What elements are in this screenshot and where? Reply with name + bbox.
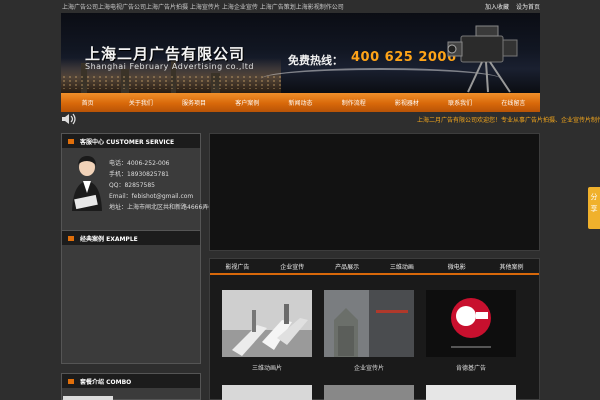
example-panel: 经典案例 EXAMPLE xyxy=(61,230,201,364)
case-thumbnail[interactable] xyxy=(426,385,516,400)
nav-home[interactable]: 首页 xyxy=(61,98,114,107)
title-bullet-icon xyxy=(68,378,74,384)
company-name-en: Shanghai February Advertising co.,ltd xyxy=(85,62,254,71)
example-title: 经典案例 EXAMPLE xyxy=(80,235,138,243)
case-thumbnail-3d-city[interactable] xyxy=(222,290,312,357)
customer-service-header: 客服中心 CUSTOMER SERVICE xyxy=(62,134,200,148)
case-caption[interactable]: 三维动画片 xyxy=(222,363,312,372)
film-camera-icon xyxy=(447,25,518,93)
contact-phone: 电话：4006-252-006 xyxy=(109,160,170,167)
nav-equipment[interactable]: 影视器材 xyxy=(380,98,433,107)
nav-services[interactable]: 服务项目 xyxy=(167,98,220,107)
hotline-number: 400 625 2006 xyxy=(351,50,457,65)
nav-news[interactable]: 新闻动态 xyxy=(274,98,327,107)
add-favorite-link[interactable]: 加入收藏 xyxy=(485,4,509,11)
case-caption[interactable]: 企业宣传片 xyxy=(324,363,414,372)
case-thumbnail[interactable] xyxy=(324,385,414,400)
main-nav: 首页 关于我们 服务项目 客户案例 新闻动态 制作流程 影视器材 联系我们 在线… xyxy=(61,93,540,112)
case-thumbnail-building[interactable] xyxy=(324,290,414,357)
company-name-cn: 上海二月广告有限公司 xyxy=(85,45,246,63)
contact-info: 电话：4006-252-006 手机：18930825781 QQ：828575… xyxy=(109,158,245,211)
customer-service-body: 电话：4006-252-006 手机：18930825781 QQ：828575… xyxy=(62,148,245,231)
customer-service-panel: 客服中心 CUSTOMER SERVICE 电话：4006-252-006 手机… xyxy=(61,133,245,231)
combo-panel: 套餐介绍 COMBO xyxy=(61,373,201,400)
share-label: 分享 xyxy=(590,193,598,213)
combo-title: 套餐介绍 COMBO xyxy=(80,378,132,386)
top-links: 加入收藏 设为首页 xyxy=(480,2,540,11)
case-tab-tvc[interactable]: 影视广告 xyxy=(210,262,265,271)
cases-section: 影视广告 企业宣传 产品展示 三维动画 微电影 其他案例 三维动画片 企业宣传片… xyxy=(209,258,540,400)
title-bullet-icon xyxy=(68,235,74,241)
city-lights xyxy=(61,75,281,89)
case-tab-corporate[interactable]: 企业宣传 xyxy=(265,262,320,271)
main-video-panel[interactable] xyxy=(209,133,540,251)
site-tagline: 上海广告公司上海电视广告公司上海广告片拍摄 上海宣传片 上海企业宣传 上海广告策… xyxy=(62,3,344,11)
top-bar: 上海广告公司上海电视广告公司上海广告片拍摄 上海宣传片 上海企业宣传 上海广告策… xyxy=(62,0,540,12)
case-tab-3d[interactable]: 三维动画 xyxy=(374,262,429,271)
contact-email[interactable]: Email：febishot@gmail.com xyxy=(109,191,193,202)
case-caption[interactable]: 肯德基广告 xyxy=(426,363,516,372)
speaker-icon xyxy=(62,113,76,125)
nav-message[interactable]: 在线留言 xyxy=(487,98,540,107)
case-tabs: 影视广告 企业宣传 产品展示 三维动画 微电影 其他案例 xyxy=(210,259,539,275)
example-header: 经典案例 EXAMPLE xyxy=(62,231,200,245)
case-thumbnail-kfc[interactable] xyxy=(426,290,516,357)
title-bullet-icon xyxy=(68,138,74,144)
combo-header: 套餐介绍 COMBO xyxy=(62,374,200,388)
notice-marquee[interactable]: 上海二月广告有限公司欢迎您！专业从事广告片拍摄、企业宣传片制作 xyxy=(417,115,600,124)
case-thumbnail[interactable] xyxy=(222,385,312,400)
case-tab-microfilm[interactable]: 微电影 xyxy=(429,262,484,271)
customer-service-title: 客服中心 CUSTOMER SERVICE xyxy=(80,138,175,146)
set-homepage-link[interactable]: 设为首页 xyxy=(516,4,540,11)
case-tab-product[interactable]: 产品展示 xyxy=(320,262,375,271)
share-button[interactable]: 分享 xyxy=(588,187,600,229)
case-tab-other[interactable]: 其他案例 xyxy=(484,262,539,271)
notice-bar: 上海二月广告有限公司欢迎您！专业从事广告片拍摄、企业宣传片制作 xyxy=(61,112,600,126)
nav-process[interactable]: 制作流程 xyxy=(327,98,380,107)
nav-about[interactable]: 关于我们 xyxy=(114,98,167,107)
header-banner: 上海二月广告有限公司 Shanghai February Advertising… xyxy=(61,13,540,93)
customer-agent-avatar xyxy=(72,156,102,211)
hotline-label: 免费热线： xyxy=(288,54,343,67)
contact-mobile: 手机：18930825781 xyxy=(109,171,169,178)
nav-cases[interactable]: 客户案例 xyxy=(221,98,274,107)
combo-item-preview[interactable] xyxy=(63,396,113,400)
nav-contact[interactable]: 联系我们 xyxy=(434,98,487,107)
contact-qq: QQ：82857585 xyxy=(109,182,155,189)
